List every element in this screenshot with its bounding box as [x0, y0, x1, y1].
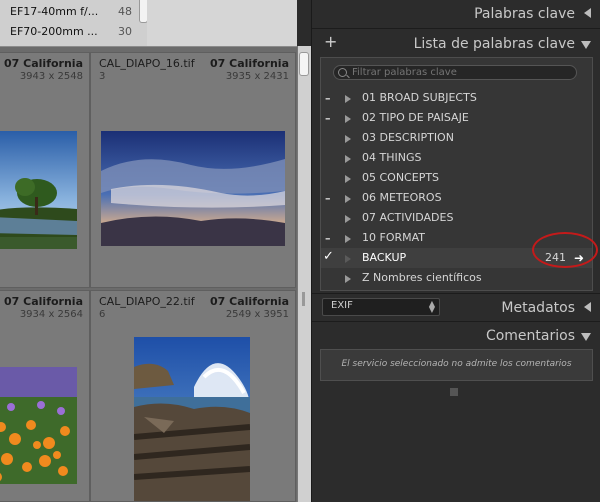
keyword-item[interactable]: 03 DESCRIPTION [321, 128, 592, 148]
keyword-count: 241 [545, 251, 566, 264]
disclosure-triangle-icon[interactable] [345, 195, 351, 203]
keyword-applied-marker[interactable]: – [325, 232, 331, 245]
panel-title: Palabras clave [474, 6, 575, 22]
panel-title: Comentarios [485, 328, 575, 344]
checkmark-icon[interactable]: ✓ [323, 249, 334, 264]
keyword-item[interactable]: 04 THINGS [321, 148, 592, 168]
disclosure-triangle-icon[interactable] [345, 115, 351, 123]
panel-end-marker [450, 388, 458, 396]
scrollbar-thumb[interactable] [299, 52, 309, 76]
photo-thumbnail[interactable] [0, 131, 77, 249]
grid-scrollbar[interactable] [297, 46, 311, 502]
filter-arrow-icon[interactable]: ➜ [574, 251, 584, 265]
photo-cell[interactable]: 07 California 3934 x 2564 [0, 290, 90, 502]
photo-thumbnail[interactable] [0, 367, 77, 484]
lens-filter-panel: EF17-40mm f/... 48 EF70-200mm ... 30 [0, 0, 297, 47]
grid-view: EF17-40mm f/... 48 EF70-200mm ... 30 07 … [0, 0, 297, 502]
panel-title: Metadatos [501, 300, 575, 316]
panel-header-comments[interactable]: Comentarios [312, 322, 600, 350]
panel-header-keyword-list[interactable]: + Lista de palabras clave [312, 30, 600, 58]
file-name: CAL_DIAPO_22.tif [99, 295, 195, 308]
keyword-label: 06 METEOROS [362, 191, 442, 204]
cell-metadata: CAL_DIAPO_22.tif 07 California 6 2549 x … [91, 291, 295, 327]
comments-message: El servicio seleccionado no admite los c… [341, 359, 572, 369]
filter-column [147, 0, 297, 46]
comments-box: El servicio seleccionado no admite los c… [320, 349, 593, 381]
cell-metadata: CAL_DIAPO_16.tif 07 California 3 3935 x … [91, 53, 295, 89]
keyword-item[interactable]: – 10 FORMAT [321, 228, 592, 248]
keyword-item-backup[interactable]: ✓ BACKUP 241 ➜ [321, 232, 598, 268]
keyword-label: 03 DESCRIPTION [362, 131, 454, 144]
disclosure-triangle-icon[interactable] [345, 215, 351, 223]
disclosure-triangle-icon[interactable] [345, 95, 351, 103]
collapse-triangle-icon[interactable] [584, 8, 591, 18]
disclosure-triangle-icon[interactable] [345, 275, 351, 283]
cell-index: 6 [99, 309, 106, 320]
cell-metadata: 07 California 3934 x 2564 [0, 291, 89, 327]
disclosure-triangle-icon[interactable] [345, 175, 351, 183]
keyword-applied-marker[interactable]: – [325, 92, 331, 105]
search-icon [338, 68, 347, 77]
keyword-item[interactable]: – 01 BROAD SUBJECTS [321, 88, 592, 108]
lens-name: EF70-200mm ... [10, 25, 98, 38]
image-dimensions: 3935 x 2431 [225, 71, 289, 82]
photo-thumbnail[interactable] [101, 131, 285, 246]
keyword-item[interactable]: – 06 METEOROS [321, 188, 592, 208]
expand-triangle-icon[interactable] [581, 41, 591, 49]
divider [312, 28, 600, 29]
keyword-label: BACKUP [362, 251, 407, 264]
photo-thumbnail[interactable] [134, 337, 250, 502]
disclosure-triangle-icon[interactable] [345, 135, 351, 143]
keyword-label: 01 BROAD SUBJECTS [362, 91, 477, 104]
keyword-label: 07 ACTIVIDADES [362, 211, 454, 224]
cell-metadata: 07 California 3943 x 2548 [0, 53, 89, 89]
metadata-preset-select[interactable]: EXIF ▲ ▼ [322, 298, 440, 316]
lens-count: 48 [118, 5, 132, 18]
file-name: CAL_DIAPO_16.tif [99, 57, 195, 70]
scroll-grip [302, 292, 305, 306]
lens-filter-item[interactable]: EF70-200mm ... 30 [0, 23, 140, 41]
folder-name: 07 California [4, 295, 83, 308]
add-keyword-icon[interactable]: + [324, 34, 337, 50]
right-panel: Palabras clave + Lista de palabras clave… [311, 0, 600, 502]
keyword-item[interactable]: – 02 TIPO DE PAISAJE [321, 108, 592, 128]
disclosure-triangle-icon [345, 255, 351, 263]
panel-title: Lista de palabras clave [413, 36, 575, 52]
select-stepper-icon: ▲ ▼ [428, 299, 435, 314]
lens-count: 30 [118, 25, 132, 38]
keyword-list-box: – 01 BROAD SUBJECTS – 02 TIPO DE PAISAJE… [320, 57, 598, 291]
keyword-item[interactable]: 05 CONCEPTS [321, 168, 592, 188]
keyword-label: 02 TIPO DE PAISAJE [362, 111, 469, 124]
expand-triangle-icon[interactable] [581, 333, 591, 341]
disclosure-triangle-icon[interactable] [345, 155, 351, 163]
disclosure-triangle-icon[interactable] [345, 235, 351, 243]
keyword-item[interactable]: Z Nombres científicos [321, 268, 592, 288]
keyword-label: 05 CONCEPTS [362, 171, 440, 184]
folder-name: 07 California [210, 295, 289, 308]
preset-value: EXIF [331, 300, 353, 311]
folder-name: 07 California [4, 57, 83, 70]
keyword-label: 10 FORMAT [362, 231, 426, 244]
image-dimensions: 3934 x 2564 [19, 309, 83, 320]
photo-cell[interactable]: CAL_DIAPO_22.tif 07 California 6 2549 x … [90, 290, 296, 502]
keyword-filter-input[interactable] [333, 65, 577, 80]
panel-header-keywords[interactable]: Palabras clave [312, 0, 600, 28]
lens-name: EF17-40mm f/... [10, 5, 99, 18]
photo-cell[interactable]: 07 California 3943 x 2548 [0, 52, 90, 288]
keyword-item[interactable]: 07 ACTIVIDADES [321, 208, 592, 228]
folder-name: 07 California [210, 57, 289, 70]
image-dimensions: 2549 x 3951 [225, 309, 289, 320]
image-dimensions: 3943 x 2548 [19, 71, 83, 82]
photo-cell[interactable]: CAL_DIAPO_16.tif 07 California 3 3935 x … [90, 52, 296, 288]
lens-filter-item[interactable]: EF17-40mm f/... 48 [0, 3, 140, 21]
keyword-label: 04 THINGS [362, 151, 422, 164]
keyword-applied-marker[interactable]: – [325, 112, 331, 125]
collapse-triangle-icon[interactable] [584, 302, 591, 312]
cell-index: 3 [99, 71, 106, 82]
keyword-label: Z Nombres científicos [362, 271, 482, 284]
keyword-applied-marker[interactable]: – [325, 192, 331, 205]
